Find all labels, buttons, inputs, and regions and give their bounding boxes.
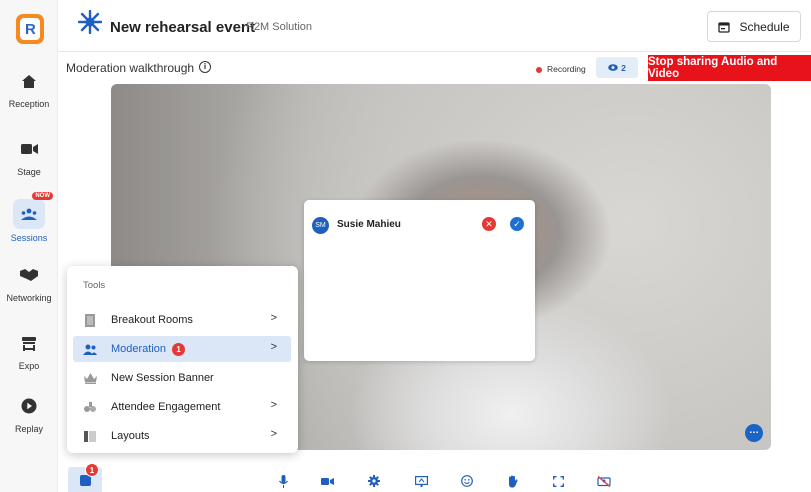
moderation-panel: SM Susie Mahieu ✕ ✓ (304, 200, 535, 361)
door-icon (83, 313, 97, 327)
stop-sharing-button[interactable]: Stop sharing Audio and Video (648, 55, 811, 81)
engagement-icon (83, 400, 97, 414)
schedule-label: Schedule (739, 19, 790, 34)
recording-label: Recording (547, 64, 586, 74)
sidebar-item-label: Replay (14, 424, 43, 434)
sidebar-item-label: Stage (17, 167, 41, 177)
eye-icon (608, 64, 618, 71)
raise-hand-icon[interactable] (506, 474, 520, 488)
microphone-icon[interactable] (276, 474, 290, 488)
tool-layouts[interactable]: Layouts > (73, 423, 291, 449)
info-icon[interactable]: i (199, 61, 211, 73)
tool-new-session-banner[interactable]: New Session Banner (73, 365, 291, 391)
sidebar-item-networking[interactable]: Networking (0, 264, 58, 303)
chevron-right-icon: > (270, 428, 277, 440)
accept-button[interactable]: ✓ (510, 217, 524, 231)
sidebar-item-expo[interactable]: Expo (0, 332, 58, 371)
left-sidebar: R Reception Stage NOW Sessions Networkin… (0, 0, 58, 492)
viewer-count: 2 (621, 62, 626, 73)
tool-label: Layouts (111, 430, 150, 442)
sidebar-item-label: Reception (8, 99, 50, 109)
organization-name: R2M Solution (246, 21, 313, 33)
chevron-right-icon: > (270, 341, 277, 353)
recording-dot-icon (536, 66, 542, 73)
settings-icon[interactable] (367, 474, 381, 488)
now-badge: NOW (32, 192, 53, 200)
top-header: New rehearsal event R2M Solution Schedul… (58, 0, 811, 52)
hide-self-icon[interactable] (597, 474, 611, 488)
schedule-button[interactable]: Schedule (707, 11, 801, 42)
sidebar-item-label: Expo (18, 361, 40, 371)
video-camera-icon (18, 138, 40, 160)
sessions-group-icon (21, 208, 37, 220)
calendar-icon (718, 21, 731, 33)
reject-button[interactable]: ✕ (482, 217, 496, 231)
tool-moderation[interactable]: Moderation 1 > (73, 336, 291, 362)
moderation-count-badge: 1 (172, 342, 186, 356)
screen-share-icon[interactable] (414, 474, 428, 488)
layout-icon (83, 429, 97, 443)
tool-label: Attendee Engagement (111, 401, 221, 413)
tools-toggle-button[interactable]: 1 (68, 463, 102, 492)
app-window: R Reception Stage NOW Sessions Networkin… (0, 0, 811, 492)
sessions-icon-wrap: NOW (13, 192, 53, 229)
more-options-icon[interactable]: … (745, 424, 763, 442)
sidebar-item-sessions[interactable]: NOW Sessions (0, 192, 58, 243)
sidebar-item-stage[interactable]: Stage (0, 138, 58, 177)
crown-icon (83, 371, 97, 385)
participant-name: Susie Mahieu (337, 219, 401, 230)
app-logo[interactable]: R (16, 14, 44, 44)
sidebar-item-label: Networking (6, 293, 52, 303)
session-bar: Moderation walkthrough i Recording 2 Sto… (58, 52, 811, 84)
tool-label: Moderation (111, 343, 167, 355)
play-circle-icon (18, 395, 40, 417)
logo-mark: R (20, 18, 40, 40)
tools-menu: Tools Breakout Rooms > Moderation 1 > Ne… (67, 266, 298, 453)
chevron-right-icon: > (270, 312, 277, 324)
chevron-right-icon: > (270, 399, 277, 411)
users-icon (83, 342, 97, 356)
camera-icon[interactable] (320, 474, 334, 488)
logo-letter: R (25, 21, 36, 38)
fullscreen-icon[interactable] (551, 474, 565, 488)
event-title: New rehearsal event (110, 19, 256, 36)
booth-icon (18, 332, 40, 354)
event-snowflake-icon (78, 10, 102, 34)
avatar: SM (312, 217, 329, 234)
home-icon (18, 70, 40, 92)
tool-attendee-engagement[interactable]: Attendee Engagement > (73, 394, 291, 420)
sidebar-item-reception[interactable]: Reception (0, 70, 58, 109)
tool-breakout-rooms[interactable]: Breakout Rooms > (73, 307, 291, 333)
tools-notification-badge: 1 (85, 463, 99, 477)
bottom-control-bar: 1 (58, 463, 811, 492)
tool-label: Breakout Rooms (111, 314, 193, 326)
sidebar-item-replay[interactable]: Replay (0, 395, 58, 434)
emoji-icon[interactable] (460, 474, 474, 488)
sidebar-item-label: Sessions (10, 233, 48, 243)
tools-menu-title: Tools (83, 280, 106, 291)
tool-label: New Session Banner (111, 372, 214, 384)
recording-indicator: Recording (536, 64, 586, 74)
viewer-count-badge[interactable]: 2 (596, 57, 638, 78)
handshake-icon (18, 264, 40, 286)
session-title: Moderation walkthrough (66, 61, 195, 75)
